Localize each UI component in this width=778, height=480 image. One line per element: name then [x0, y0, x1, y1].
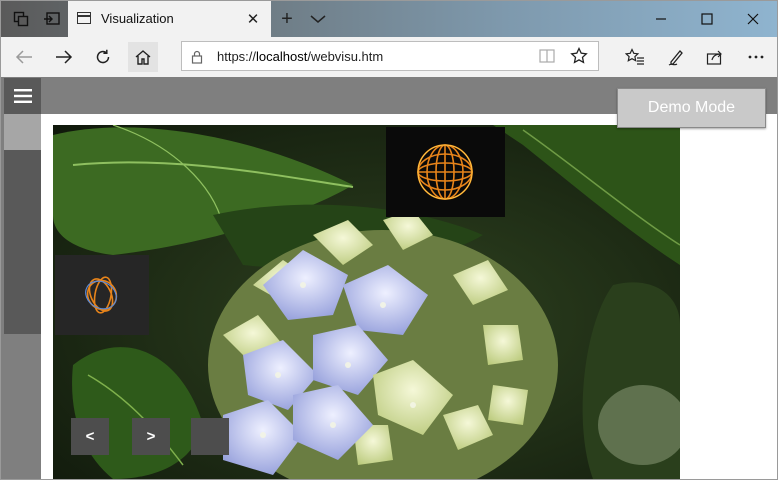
hamburger-icon[interactable]	[4, 78, 41, 114]
pen-icon[interactable]	[661, 42, 691, 72]
spinning-sphere-icon	[386, 127, 505, 217]
webvisu-page: < > Demo Mode	[1, 77, 777, 479]
favorites-icon[interactable]	[620, 42, 650, 72]
tab-visualization[interactable]: Visualization ✕	[68, 1, 271, 37]
tab-page-icon	[77, 12, 91, 24]
url-scheme: https://	[217, 49, 257, 64]
address-url: https://localhost/webvisu.htm	[217, 49, 383, 64]
maximize-icon[interactable]	[684, 1, 730, 37]
share-icon[interactable]	[700, 42, 730, 72]
play-button[interactable]	[191, 418, 229, 455]
url-path: /webvisu.htm	[307, 49, 384, 64]
url-host: localhost	[256, 49, 308, 64]
tab-title: Visualization	[101, 11, 174, 26]
demo-mode-button[interactable]: Demo Mode	[617, 88, 766, 128]
back-icon[interactable]	[9, 42, 39, 72]
reading-view-icon[interactable]	[538, 48, 556, 69]
next-button[interactable]: >	[132, 418, 170, 455]
sidebar-panel	[4, 150, 42, 334]
close-icon[interactable]: ✕	[244, 10, 262, 28]
plus-icon[interactable]: +	[275, 6, 299, 32]
home-icon[interactable]	[128, 42, 158, 72]
lock-icon	[191, 50, 203, 69]
tab-strip: Visualization ✕ +	[1, 1, 777, 37]
spinning-coil-icon	[55, 255, 149, 335]
refresh-icon[interactable]	[88, 42, 118, 72]
set-aside-tabs-icon[interactable]	[36, 1, 68, 37]
address-bar[interactable]: https://localhost/webvisu.htm	[181, 41, 599, 71]
close-window-icon[interactable]	[730, 1, 776, 37]
minimize-icon[interactable]	[638, 1, 684, 37]
browser-window: Visualization ✕ + https://localhost/webv…	[0, 0, 778, 480]
sidebar-item-selected[interactable]	[4, 114, 42, 150]
more-icon[interactable]	[741, 42, 771, 72]
prev-button[interactable]: <	[71, 418, 109, 455]
tab-actions-icon[interactable]	[5, 1, 37, 37]
chevron-down-icon[interactable]	[308, 9, 328, 29]
favorite-star-icon[interactable]	[570, 46, 588, 70]
forward-icon[interactable]	[49, 42, 79, 72]
navigation-bar: https://localhost/webvisu.htm	[1, 37, 777, 78]
